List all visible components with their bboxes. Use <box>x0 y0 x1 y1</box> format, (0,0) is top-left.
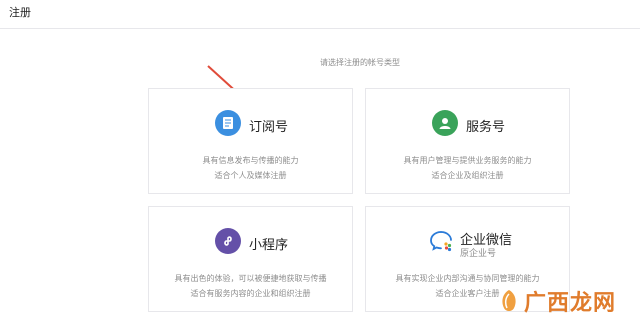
account-type-prompt: 请选择注册的帐号类型 <box>320 58 400 67</box>
service-account-card[interactable]: 服务号 具有用户管理与提供业务服务的能力 适合企业及组织注册 <box>365 88 570 194</box>
page-title: 注册 <box>9 6 31 19</box>
watermark-text: 广西龙网 <box>524 290 617 316</box>
wework-icon <box>428 228 454 254</box>
card-title: 服务号 <box>466 120 506 135</box>
page-header: 注册 <box>0 0 640 29</box>
watermark-icon <box>502 290 516 311</box>
card-subtitle: 原企业号 <box>460 249 497 259</box>
document-icon <box>215 110 241 136</box>
card-title: 订阅号 <box>249 120 289 135</box>
subscription-account-card[interactable]: 订阅号 具有信息发布与传播的能力 适合个人及媒体注册 <box>148 88 353 194</box>
user-icon <box>432 110 458 136</box>
card-title: 小程序 <box>249 238 289 253</box>
miniprogram-icon <box>215 228 241 254</box>
card-description: 具有用户管理与提供业务服务的能力 适合企业及组织注册 <box>403 156 532 180</box>
mini-program-card[interactable]: 小程序 具有出色的体验，可以被便捷地获取与传播 适合有服务内容的企业和组织注册 <box>148 206 353 312</box>
card-description: 具有信息发布与传播的能力 适合个人及媒体注册 <box>202 156 299 180</box>
watermark-logo: 广西龙网 <box>498 285 616 317</box>
card-description: 具有出色的体验，可以被便捷地获取与传播 适合有服务内容的企业和组织注册 <box>174 274 327 298</box>
